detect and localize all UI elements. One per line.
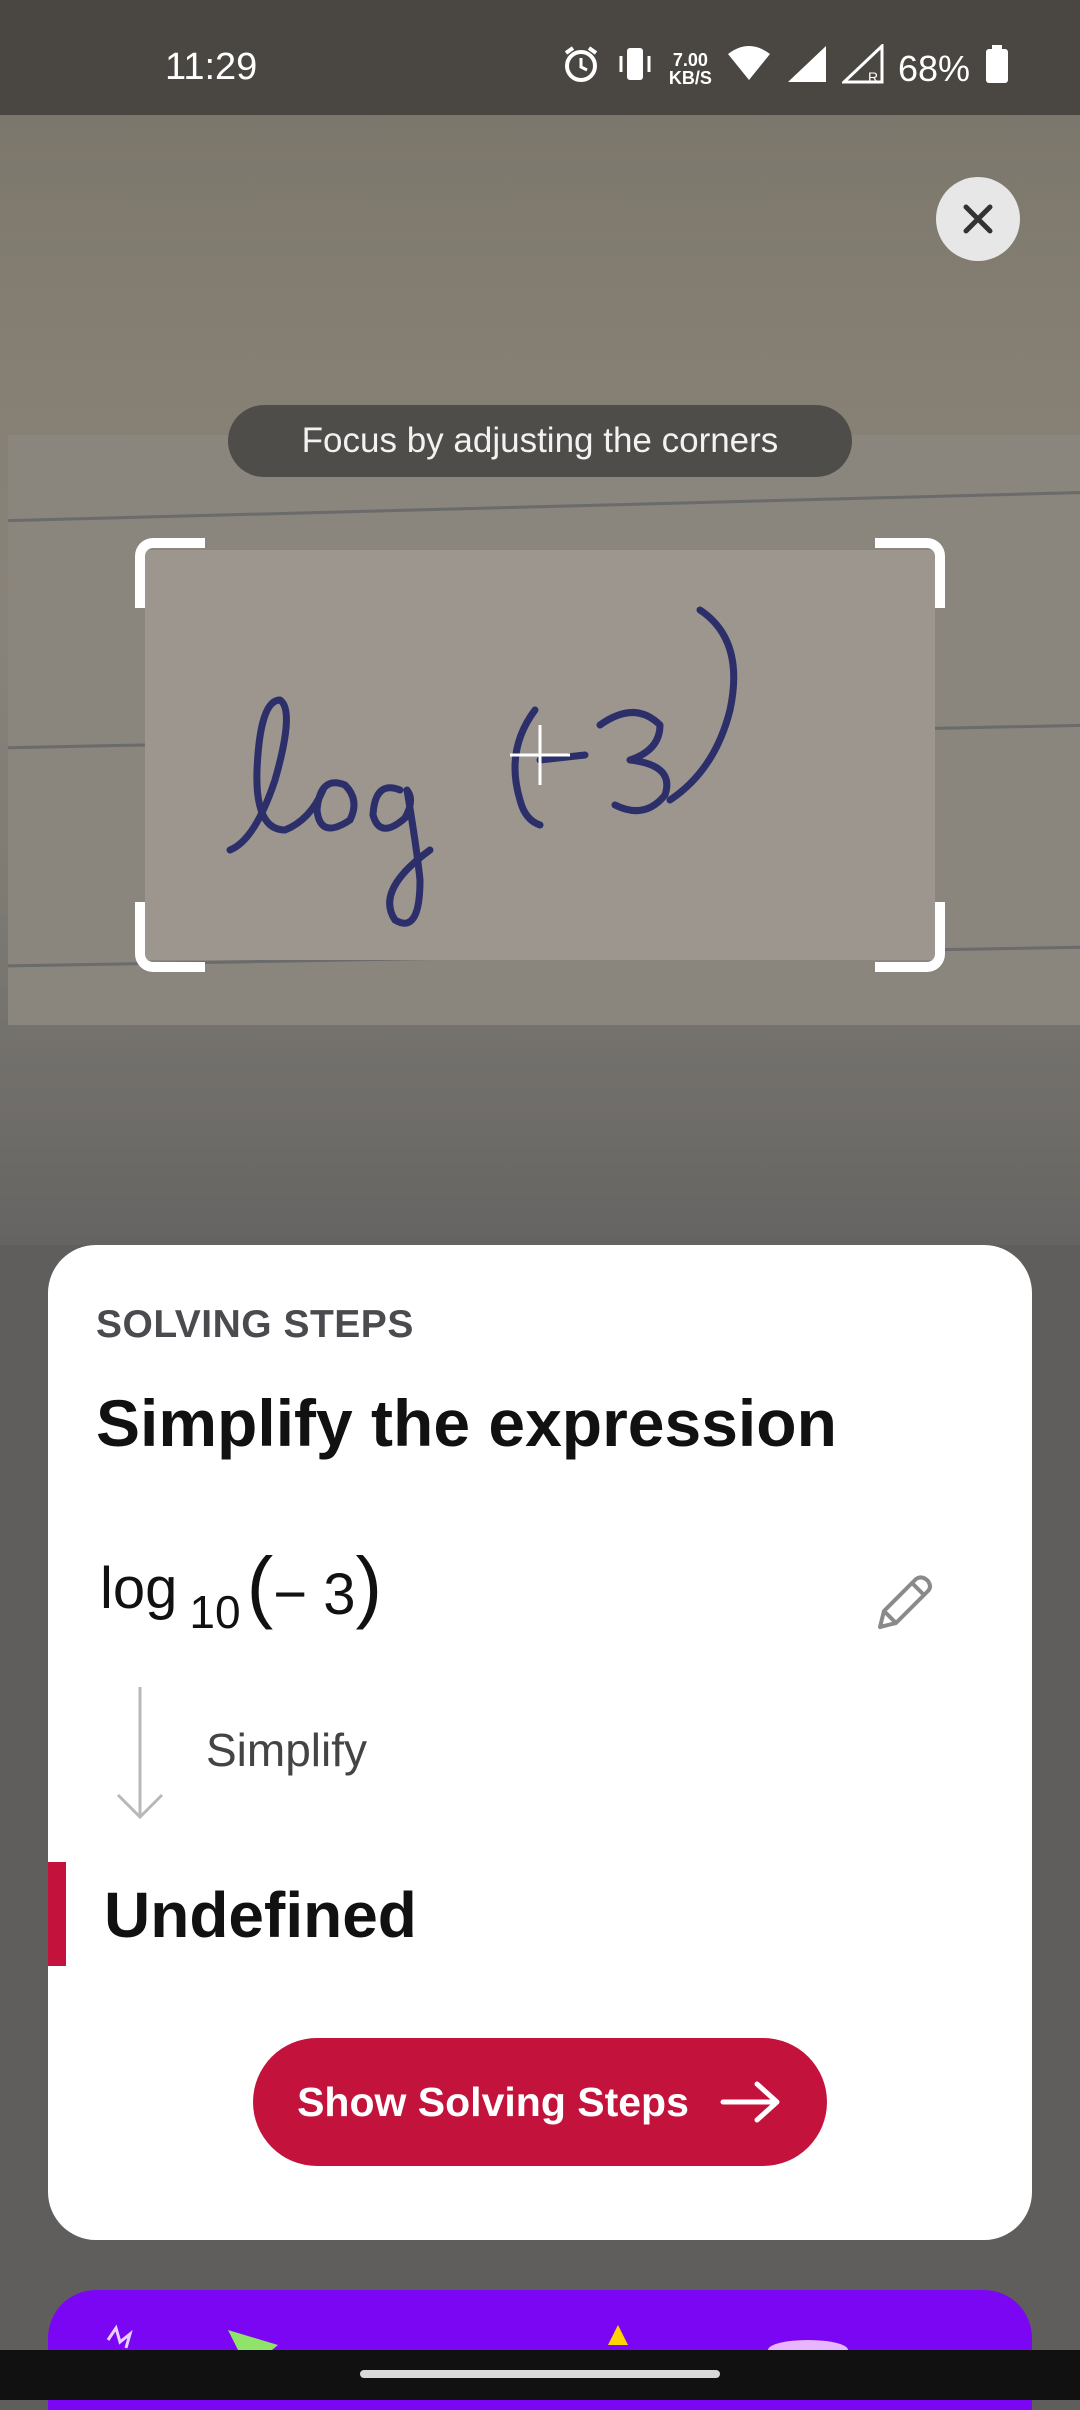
solution-card: SOLVING STEPS Simplify the expression lo…: [48, 1245, 1032, 2240]
status-icons: 7.00 KB/S R 68%: [561, 42, 1010, 93]
show-solving-steps-button[interactable]: Show Solving Steps: [253, 2038, 827, 2166]
crop-frame[interactable]: [135, 538, 945, 972]
wifi-icon: [726, 44, 772, 93]
signal-icon: [786, 44, 828, 93]
expression-close-paren: ): [355, 1541, 383, 1630]
network-speed-value: 7.00: [672, 49, 708, 70]
result-accent-bar: [48, 1862, 66, 1966]
camera-viewfinder[interactable]: Focus by adjusting the corners: [0, 115, 1080, 1288]
alarm-icon: [561, 44, 601, 93]
close-icon: [963, 204, 993, 234]
close-button[interactable]: [936, 177, 1020, 261]
vibrate-icon: [615, 44, 655, 93]
battery-percent: 68%: [897, 47, 970, 89]
expression-argument: − 3: [273, 1562, 356, 1627]
handwritten-expression: [226, 606, 738, 927]
expression-base: 10: [189, 1586, 241, 1638]
arrow-down-icon: [116, 1687, 164, 1820]
math-expression: log 10 ( − 3 ): [100, 1541, 383, 1639]
battery-icon: [984, 44, 1010, 93]
arrow-right-icon: [720, 2081, 780, 2123]
paper-line: [8, 490, 1080, 523]
svg-text:R: R: [868, 69, 878, 84]
edit-button[interactable]: [868, 1567, 940, 1639]
network-speed-unit: KB/S: [668, 67, 712, 88]
status-bar: 11:29 7.00 KB/S R 68%: [0, 0, 1080, 115]
focus-hint: Focus by adjusting the corners: [228, 405, 852, 477]
status-time: 11:29: [165, 46, 258, 88]
home-gesture-bar[interactable]: [360, 2370, 720, 2378]
network-speed: 7.00 KB/S: [669, 51, 712, 87]
pencil-icon: [878, 1575, 932, 1629]
expression-function: log: [100, 1556, 178, 1621]
signal-roaming-icon: R: [840, 42, 884, 93]
step-label: Simplify: [206, 1724, 368, 1776]
expression-open-paren: (: [246, 1541, 274, 1630]
card-title: Simplify the expression: [96, 1386, 837, 1460]
card-eyebrow: SOLVING STEPS: [96, 1303, 414, 1346]
result-text: Undefined: [104, 1879, 417, 1951]
cta-label: Show Solving Steps: [297, 2078, 689, 2125]
